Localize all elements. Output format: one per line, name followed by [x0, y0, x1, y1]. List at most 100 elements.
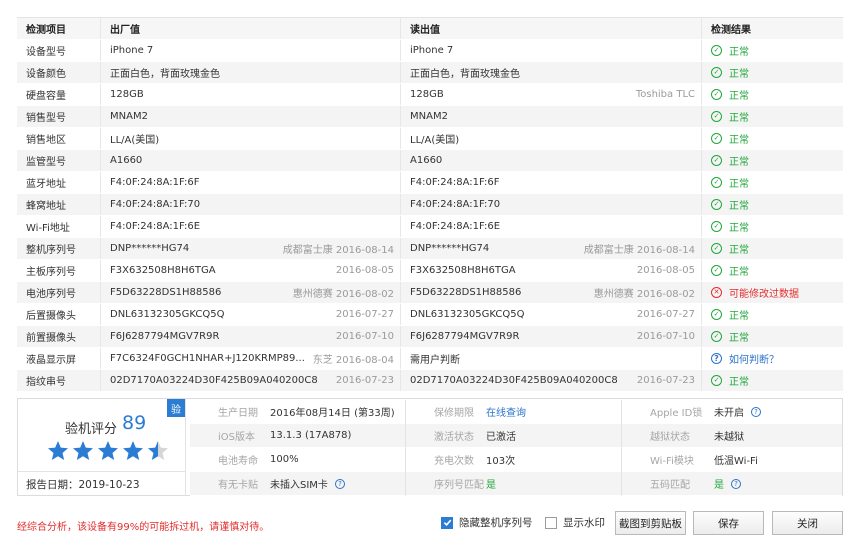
info-item: Apple ID锁 未开启? [622, 400, 842, 424]
table-row: 后置摄像头 DNL63132305GKCQ5Q 2016-07-27 DNL63132… [17, 304, 843, 326]
help-icon[interactable]: ? [731, 478, 741, 489]
hide-serial-checkbox[interactable]: 隐藏整机序列号 [441, 515, 533, 530]
info-value: 未越狱 [714, 432, 744, 443]
info-item: iOS版本 13.1.3 (17A878) [190, 424, 405, 448]
check-circle-icon: ✓ [711, 67, 722, 78]
factory-value: 128GB [110, 89, 144, 100]
read-value: LL/A(美国) [410, 135, 460, 146]
result-text: 正常 [729, 91, 749, 102]
row-item-name: 蓝牙地址 [17, 172, 101, 193]
info-value: 13.1.3 (17A878) [270, 430, 352, 441]
factory-value-cell: DNP******HG74 成都富士康 2016-08-14 [101, 238, 401, 259]
table-row: 前置摄像头 F6J6287794MGV7R9R 2016-07-10 F6J62877… [17, 326, 843, 348]
copy-screenshot-button[interactable]: 截图到剪贴板 [615, 511, 686, 535]
row-item-name: 设备颜色 [17, 62, 101, 83]
factory-value-cell: F7C6324F0GCH1NHAR+J120KRMP89... 东芝 2016-0… [101, 348, 401, 369]
read-note: 惠州德赛 2016-08-02 [593, 289, 695, 300]
table-row: 主板序列号 F3X632508H8H6TGA 2016-08-05 F3X632508… [17, 260, 843, 282]
read-value: 正面白色，背面玫瑰金色 [410, 69, 520, 80]
read-value: F4:0F:24:8A:1F:70 [410, 199, 501, 210]
close-button[interactable]: 关闭 [772, 511, 843, 535]
check-circle-icon: ✓ [711, 265, 722, 276]
info-label: 有无卡贴 [218, 480, 258, 491]
info-label: Apple ID锁 [650, 408, 703, 419]
row-item-name: 指纹串号 [17, 370, 101, 391]
result-text: 正常 [729, 113, 749, 124]
factory-value-cell: MNAM2 [101, 106, 401, 127]
how-to-judge-link[interactable]: ? 如何判断？ [711, 351, 779, 366]
table-body: 设备型号 iPhone 7 iPhone 7 ✓ 正常 设备颜色 正面白色，背面玫瑰金色 正面… [17, 40, 843, 392]
info-item: Wi-Fi模块 低温Wi-Fi [622, 448, 842, 472]
error-circle-icon: ✕ [711, 287, 722, 298]
factory-value-cell: 正面白色，背面玫瑰金色 [101, 62, 401, 83]
result-cell: ✓ 正常 [702, 62, 843, 83]
check-circle-icon: ✓ [711, 199, 722, 210]
help-icon[interactable]: ? [334, 478, 345, 489]
info-item: 电池寿命 100% [190, 448, 405, 472]
row-item-name: 主板序列号 [17, 260, 101, 281]
result-text: 正常 [729, 69, 749, 80]
result-cell: ✓ 正常 [702, 40, 843, 61]
factory-value: F4:0F:24:8A:1F:6F [110, 177, 200, 188]
factory-value: iPhone 7 [110, 45, 154, 56]
read-value-cell: F3X632508H8H6TGA 2016-08-05 [401, 260, 702, 281]
warranty-query-link[interactable]: 在线查询 [486, 404, 526, 419]
result-status: ✓ 正常 [711, 329, 749, 344]
watermark-checkbox[interactable]: 显示水印 [545, 515, 605, 530]
read-value: iPhone 7 [410, 45, 454, 56]
info-label: 越狱状态 [650, 432, 690, 443]
read-value: F4:0F:24:8A:1F:6E [410, 221, 501, 232]
read-value: A1660 [410, 155, 443, 166]
result-text: 可能修改过数据 [729, 289, 799, 300]
read-value-cell: MNAM2 [401, 106, 702, 127]
save-button[interactable]: 保存 [693, 511, 764, 535]
read-value-cell: 128GB Toshiba TLC [401, 84, 702, 105]
check-circle-icon: ✓ [711, 155, 722, 166]
info-value: 未开启 [714, 408, 744, 419]
factory-value: F5D63228DS1H88586 [110, 287, 222, 298]
result-text: 正常 [729, 333, 749, 344]
read-value-cell: F5D63228DS1H88586 惠州德赛 2016-08-02 [401, 282, 702, 303]
factory-value-cell: F4:0F:24:8A:1F:6E [101, 216, 401, 237]
result-text: 正常 [729, 311, 749, 322]
info-item: 序列号匹配是 [406, 472, 621, 496]
result-cell: ✓ 正常 [702, 304, 843, 325]
factory-note: 成都富士康 2016-08-14 [282, 245, 394, 256]
result-cell[interactable]: ? 如何判断？ [702, 348, 843, 369]
row-item-name: 硬盘容量 [17, 84, 101, 105]
result-status: ✓ 正常 [711, 65, 749, 80]
read-value-cell: DNP******HG74 成都富士康 2016-08-14 [401, 238, 702, 259]
result-status: ✓ 正常 [711, 109, 749, 124]
read-value: 128GB [410, 89, 444, 100]
factory-value: F7C6324F0GCH1NHAR+J120KRMP89... [110, 353, 305, 364]
result-text: 正常 [729, 223, 749, 234]
info-label: 充电次数 [434, 456, 474, 467]
result-status: ✓ 正常 [711, 131, 749, 146]
factory-value: F3X632508H8H6TGA [110, 265, 216, 276]
factory-value: 02D7170A03224D30F425B09A040200C8 [110, 375, 318, 386]
checkbox-checked-icon[interactable] [441, 516, 453, 529]
factory-note: 2016-07-23 [335, 375, 394, 386]
read-value-cell: F4:0F:24:8A:1F:6E [401, 216, 702, 237]
read-value-cell: LL/A(美国) [401, 128, 702, 149]
result-text: 正常 [729, 135, 749, 146]
question-circle-icon: ? [711, 353, 722, 364]
read-note: 2016-07-10 [636, 331, 695, 342]
star-filled-icon [96, 439, 120, 463]
table-row: 销售型号 MNAM2 MNAM2 ✓ 正常 [17, 106, 843, 128]
result-text: 正常 [729, 157, 749, 168]
result-cell: ✓ 正常 [702, 326, 843, 347]
factory-value-cell: F4:0F:24:8A:1F:70 [101, 194, 401, 215]
info-item: 激活状态 已激活 [406, 424, 621, 448]
table-header: 检测项目 出厂值 读出值 检测结果 [17, 18, 843, 40]
star-filled-icon [71, 439, 95, 463]
result-status: ✓ 正常 [711, 263, 749, 278]
checkbox-unchecked-icon[interactable] [545, 516, 557, 529]
row-item-name: 监管型号 [17, 150, 101, 171]
factory-value: DNP******HG74 [110, 243, 190, 254]
summary-panel: 验机评分 89 验 报告日期：2019-10-23 生产日期 2016年08月14… [17, 398, 843, 496]
help-icon[interactable]: ? [751, 406, 761, 417]
table-row: 电池序列号 F5D63228DS1H88586 惠州德赛 2016-08-02 F5D… [17, 282, 843, 304]
factory-value: MNAM2 [110, 111, 148, 122]
result-cell: ✓ 正常 [702, 84, 843, 105]
